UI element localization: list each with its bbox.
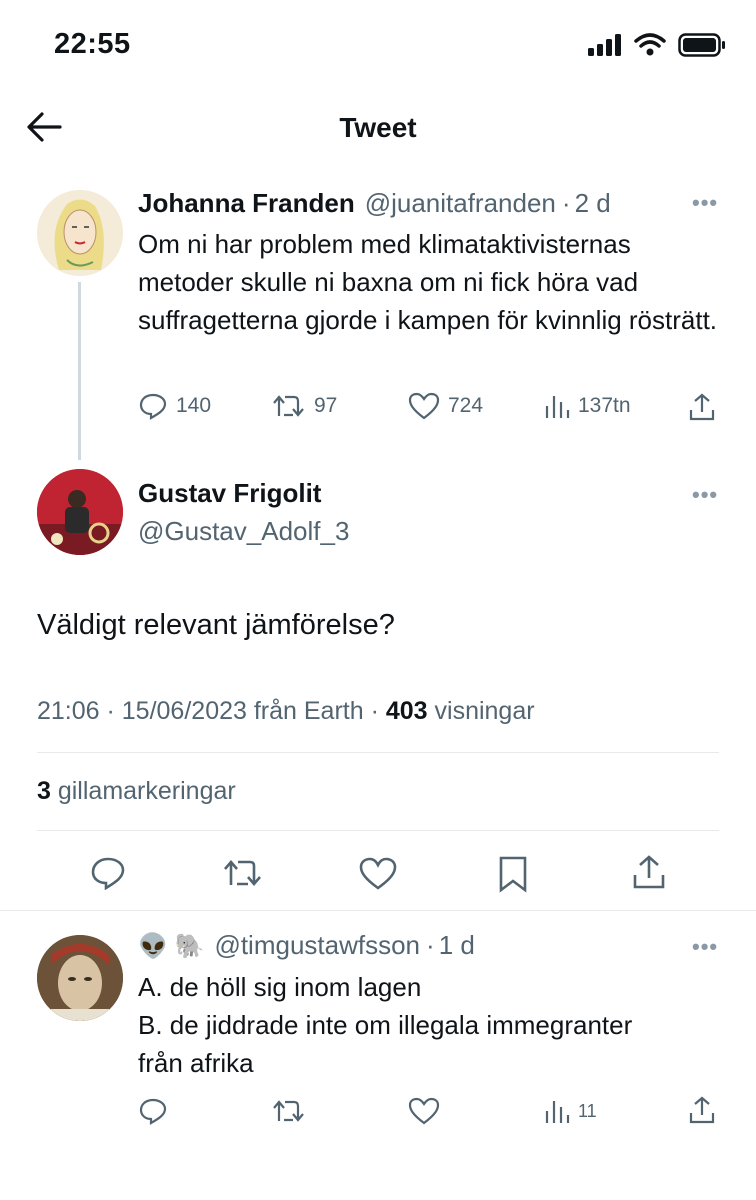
tweet-timestamp[interactable]: 21:06 · 15/06/2023 från Earth · xyxy=(37,697,386,725)
tweet-meta: 21:06 · 15/06/2023 från Earth · 403 visn… xyxy=(37,697,535,726)
more-icon: ••• xyxy=(692,190,719,215)
author-handle[interactable]: @juanitafranden xyxy=(365,188,556,219)
likes-number: 3 xyxy=(37,777,51,805)
views-count: 11 xyxy=(578,1100,597,1121)
reply-icon xyxy=(139,393,167,420)
divider xyxy=(0,910,756,911)
reply-icon xyxy=(139,1098,167,1125)
avatar-photo xyxy=(37,469,123,555)
like-icon xyxy=(408,392,440,420)
more-button[interactable]: ••• xyxy=(692,482,718,508)
reply-line-2: B. de jiddrade inte om illegala immegran… xyxy=(138,1010,633,1040)
avatar-gustav[interactable] xyxy=(37,469,123,555)
author-name[interactable]: Gustav Frigolit xyxy=(138,478,321,509)
like-icon xyxy=(359,857,397,890)
reply-button[interactable] xyxy=(90,856,126,895)
main-tweet-text: Väldigt relevant jämförelse? xyxy=(37,609,395,641)
parent-tweet-header: Johanna Franden @juanitafranden · 2 d xyxy=(138,188,611,219)
page-title: Tweet xyxy=(339,112,417,143)
reply-count: 140 xyxy=(176,394,212,417)
avatar-drawing xyxy=(37,190,123,276)
share-button[interactable] xyxy=(688,392,716,422)
divider xyxy=(37,830,719,831)
views-count: 137tn xyxy=(578,394,631,417)
views-icon xyxy=(545,1101,570,1123)
more-icon: ••• xyxy=(692,934,719,959)
more-button[interactable]: ••• xyxy=(692,190,718,216)
more-button[interactable]: ••• xyxy=(692,934,718,960)
tweet-text: Om ni har problem med klimataktivisterna… xyxy=(138,229,718,335)
back-arrow-icon xyxy=(27,112,62,142)
bookmark-icon xyxy=(499,856,527,893)
separator-dot: · xyxy=(561,188,571,218)
reply-text: A. de höll sig inom lagen B. de jiddrade… xyxy=(138,968,738,1082)
retweet-icon xyxy=(273,395,304,417)
avatar-timgustawfsson[interactable] xyxy=(37,935,123,1021)
author-handle[interactable]: @Gustav_Adolf_3 xyxy=(138,516,349,547)
share-icon xyxy=(633,855,665,889)
author-handle[interactable]: @timgustawfsson xyxy=(214,930,420,961)
reply-icon xyxy=(91,857,125,891)
retweet-count: 97 xyxy=(314,394,338,417)
reply-button[interactable] xyxy=(138,1097,168,1125)
views-label: visningar xyxy=(427,697,535,725)
like-count: 724 xyxy=(448,394,484,417)
author-name[interactable]: Johanna Franden xyxy=(138,188,355,219)
reply-line-3: från afrika xyxy=(138,1048,254,1078)
like-button[interactable]: 724 xyxy=(408,392,483,420)
separator-dot: · xyxy=(426,930,435,960)
tweet-time[interactable]: 2 d xyxy=(575,188,611,219)
retweet-icon xyxy=(273,1100,304,1122)
retweet-icon xyxy=(224,860,261,886)
wifi-icon xyxy=(634,33,666,56)
like-icon xyxy=(408,1097,440,1125)
status-time: 22:55 xyxy=(54,28,131,60)
divider xyxy=(37,752,719,753)
like-button[interactable] xyxy=(359,857,397,896)
tweet-time[interactable]: 1 d xyxy=(439,930,475,961)
likes-label: gillamarkeringar xyxy=(50,777,236,805)
retweet-button[interactable] xyxy=(222,856,264,895)
status-icons xyxy=(588,33,726,57)
share-icon xyxy=(689,393,715,421)
retweet-button[interactable]: 97 xyxy=(272,392,337,420)
reply-button[interactable]: 140 xyxy=(138,392,211,420)
bookmark-button[interactable] xyxy=(497,855,529,898)
views-button[interactable]: 11 xyxy=(544,1097,597,1125)
views-number: 403 xyxy=(385,697,428,725)
views-button[interactable]: 137tn xyxy=(544,392,631,420)
share-button[interactable] xyxy=(688,1095,716,1125)
avatar-johanna[interactable] xyxy=(37,190,123,276)
reply-line-1: A. de höll sig inom lagen xyxy=(138,972,422,1002)
thread-line xyxy=(78,282,81,460)
signal-icon xyxy=(588,34,621,56)
share-icon xyxy=(689,1096,715,1124)
retweet-button[interactable] xyxy=(272,1097,306,1125)
avatar-photo xyxy=(37,935,123,1021)
views-icon xyxy=(545,396,570,418)
like-button[interactable] xyxy=(408,1097,440,1125)
share-button[interactable] xyxy=(631,853,667,896)
more-icon: ••• xyxy=(692,482,719,507)
battery-icon xyxy=(678,33,725,57)
likes-summary[interactable]: 3 gillamarkeringar xyxy=(37,777,236,806)
back-button[interactable] xyxy=(26,111,66,145)
reply-tweet-header: 👽 🐘 @timgustawfsson · 1 d xyxy=(138,930,475,961)
author-emoji-name[interactable]: 👽 🐘 xyxy=(138,932,204,961)
